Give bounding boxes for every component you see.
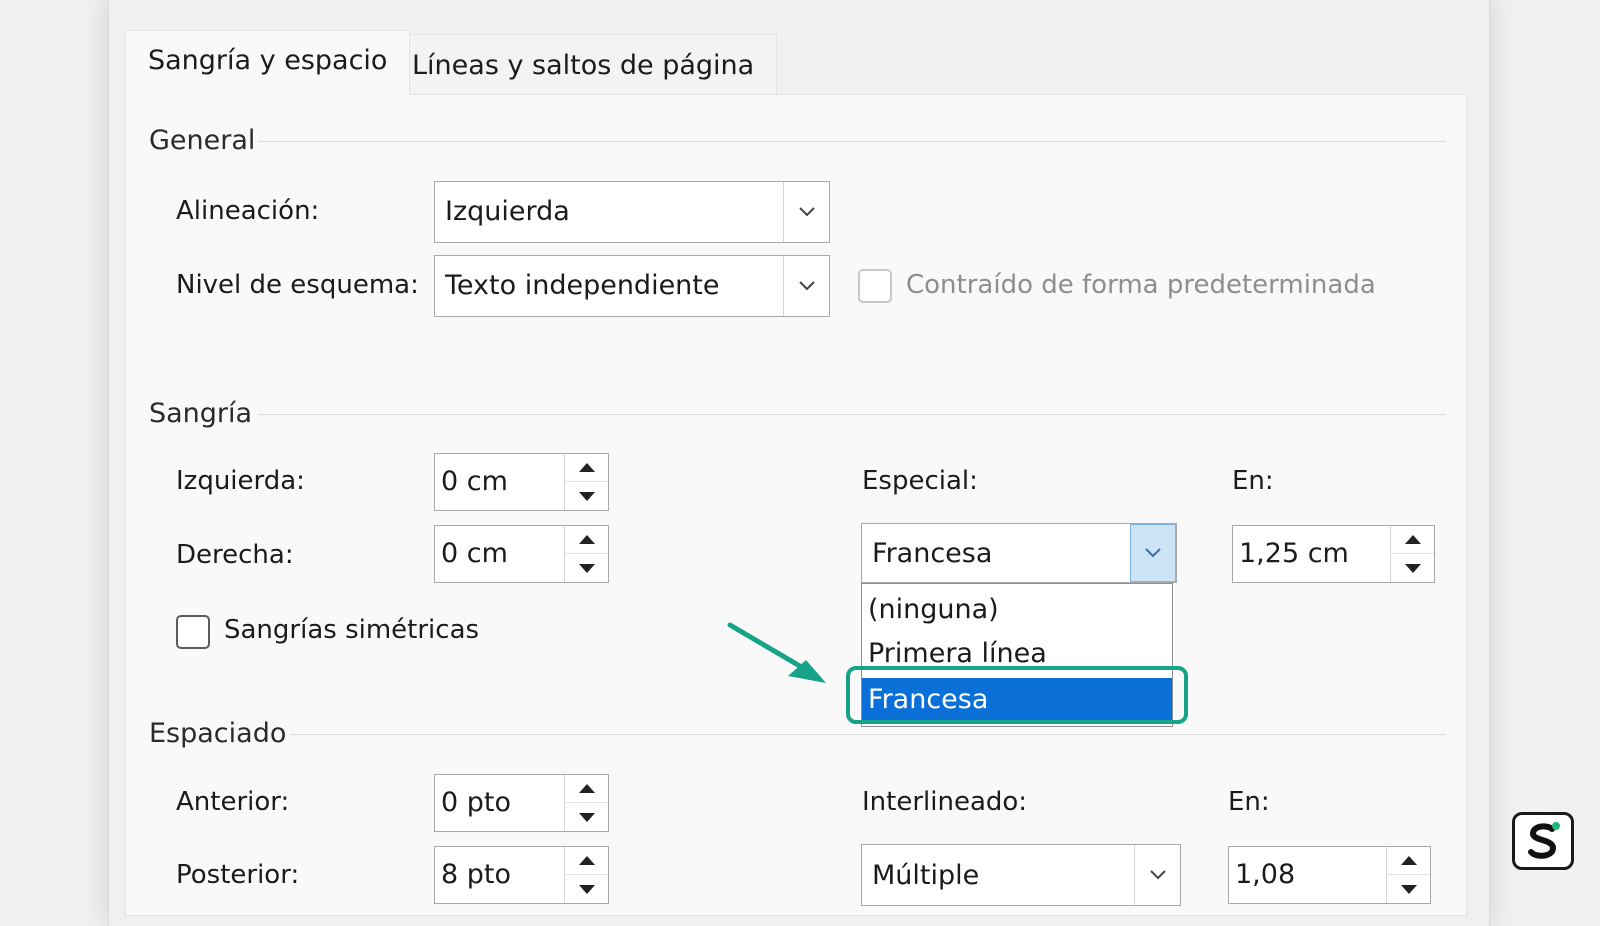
spacing-before-value[interactable]: 0 pto [441, 775, 511, 831]
chevron-down-icon[interactable] [1134, 845, 1180, 905]
alignment-label: Alineación: [176, 196, 320, 226]
indent-left-value[interactable]: 0 cm [441, 454, 508, 510]
spin-up-icon[interactable] [565, 847, 608, 875]
option-highlight-frame [846, 666, 1188, 724]
section-title-indent: Sangría [149, 398, 253, 429]
spin-down-icon[interactable] [565, 482, 608, 510]
alignment-value: Izquierda [445, 196, 570, 227]
stepper-buttons [564, 454, 608, 510]
arrow-pointer-icon [727, 622, 826, 683]
outline-level-select[interactable]: Texto independiente [434, 255, 830, 317]
indent-by-value[interactable]: 1,25 cm [1239, 526, 1349, 582]
chevron-down-icon[interactable] [1130, 524, 1176, 582]
line-spacing-at-label: En: [1228, 787, 1270, 817]
section-divider [258, 414, 1446, 415]
line-spacing-at-value[interactable]: 1,08 [1235, 847, 1295, 903]
section-divider [258, 141, 1446, 142]
special-label: Especial: [862, 466, 978, 496]
tab-label: Sangría y espacio [148, 45, 388, 76]
spin-down-icon[interactable] [565, 875, 608, 903]
spin-up-icon[interactable] [565, 775, 608, 803]
stepper-buttons [1386, 847, 1430, 903]
spin-up-icon[interactable] [565, 454, 608, 482]
spacing-after-label: Posterior: [176, 860, 300, 890]
tab-lines-page-breaks[interactable]: Líneas y saltos de página [389, 34, 778, 95]
stepper-buttons [1390, 526, 1434, 582]
spin-up-icon[interactable] [1387, 847, 1430, 875]
line-spacing-at-stepper[interactable]: 1,08 [1228, 846, 1431, 904]
indent-left-stepper[interactable]: 0 cm [434, 453, 609, 511]
indent-left-label: Izquierda: [176, 466, 305, 496]
chevron-down-icon[interactable] [783, 182, 829, 242]
dropdown-option-none[interactable]: (ninguna) [862, 588, 1172, 632]
section-title-spacing: Espaciado [149, 718, 287, 749]
collapsed-default-checkbox[interactable] [858, 269, 892, 303]
indent-right-label: Derecha: [176, 540, 294, 570]
section-title-general: General [149, 125, 256, 156]
spin-up-icon[interactable] [1391, 526, 1434, 554]
line-spacing-select[interactable]: Múltiple [861, 844, 1181, 906]
spin-down-icon[interactable] [1391, 554, 1434, 582]
section-divider [290, 734, 1446, 735]
mirror-indents-label: Sangrías simétricas [224, 615, 480, 645]
stepper-buttons [564, 775, 608, 831]
line-spacing-value: Múltiple [872, 860, 980, 891]
indent-right-value[interactable]: 0 cm [441, 526, 508, 582]
indent-by-label: En: [1232, 466, 1274, 496]
spacing-before-label: Anterior: [176, 787, 290, 817]
collapsed-default-label: Contraído de forma predeterminada [906, 270, 1376, 300]
tab-indent-spacing[interactable]: Sangría y espacio [125, 30, 411, 95]
paragraph-dialog: Sangría y espacio Líneas y saltos de pág… [108, 0, 1490, 926]
spacing-after-stepper[interactable]: 8 pto [434, 846, 609, 904]
special-select[interactable]: Francesa [861, 523, 1177, 583]
outline-level-value: Texto independiente [445, 270, 720, 301]
mirror-indents-checkbox[interactable] [176, 615, 210, 649]
indent-right-stepper[interactable]: 0 cm [434, 525, 609, 583]
spin-down-icon[interactable] [565, 803, 608, 831]
tab-label: Líneas y saltos de página [412, 50, 755, 81]
spacing-after-value[interactable]: 8 pto [441, 847, 511, 903]
brand-logo-icon [1512, 812, 1574, 870]
indent-by-stepper[interactable]: 1,25 cm [1232, 525, 1435, 583]
stepper-buttons [564, 847, 608, 903]
chevron-down-icon[interactable] [783, 256, 829, 316]
spin-up-icon[interactable] [565, 526, 608, 554]
spacing-before-stepper[interactable]: 0 pto [434, 774, 609, 832]
special-value: Francesa [872, 538, 993, 569]
alignment-select[interactable]: Izquierda [434, 181, 830, 243]
line-spacing-label: Interlineado: [862, 787, 1028, 817]
stepper-buttons [564, 526, 608, 582]
spin-down-icon[interactable] [1387, 875, 1430, 903]
outline-level-label: Nivel de esquema: [176, 270, 419, 300]
spin-down-icon[interactable] [565, 554, 608, 582]
